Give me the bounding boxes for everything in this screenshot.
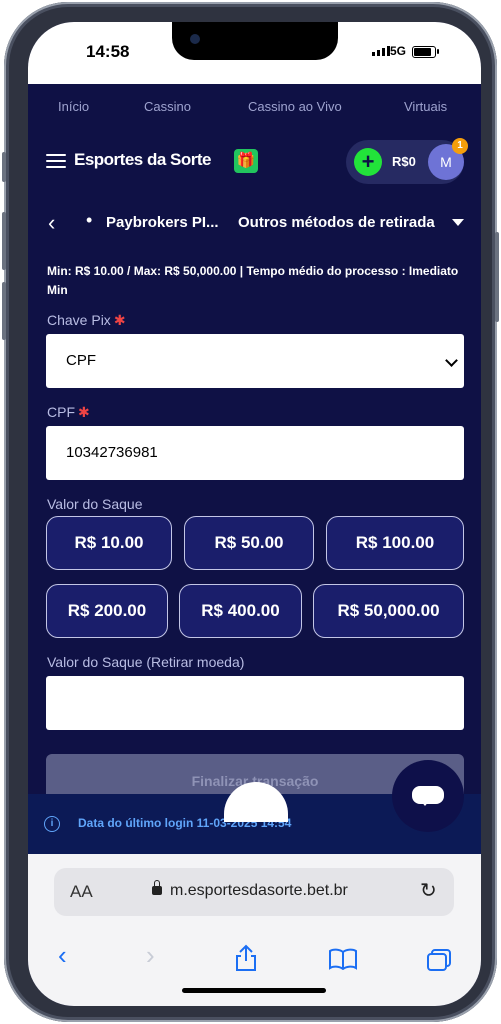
wallet-pill: + R$0 M — [346, 140, 464, 184]
caret-down-icon[interactable] — [452, 219, 464, 226]
menu-icon[interactable] — [46, 154, 66, 168]
status-time: 14:58 — [86, 42, 130, 61]
url-text[interactable]: m.esportesdasorte.bet.br — [170, 882, 348, 900]
notification-badge: 1 — [452, 138, 468, 154]
lock-icon — [152, 880, 162, 895]
site-header: Esportes da Sorte 🎁 + R$0 M 1 — [28, 130, 481, 192]
breadcrumb: ‹ • Paybrokers PI... Outros métodos de r… — [28, 192, 481, 252]
mute-switch — [2, 152, 6, 182]
withdraw-amount-input[interactable] — [46, 676, 464, 730]
info-icon: i — [44, 816, 60, 832]
pix-key-label: Chave Pix ✱ — [47, 312, 126, 328]
reload-icon[interactable]: ↻ — [420, 878, 437, 903]
battery-icon — [412, 46, 436, 58]
deposit-plus-button[interactable]: + — [354, 148, 382, 176]
share-icon[interactable] — [234, 944, 258, 972]
volume-up-button — [2, 212, 6, 270]
other-methods-dropdown[interactable]: Outros métodos de retirada — [238, 214, 435, 231]
forward-icon[interactable]: › — [146, 940, 155, 971]
tabs-icon[interactable] — [426, 948, 452, 972]
amount-button[interactable]: R$ 200.00 — [46, 584, 168, 638]
gift-icon[interactable]: 🎁 — [234, 149, 258, 173]
logo[interactable]: Esportes da Sorte — [74, 150, 212, 170]
amount-button[interactable]: R$ 400.00 — [179, 584, 302, 638]
provider-label[interactable]: Paybrokers PI... — [106, 214, 219, 231]
back-arrow-icon[interactable]: ‹ — [48, 210, 55, 236]
amount-label: Valor do Saque — [47, 496, 143, 512]
nav-inicio[interactable]: Início — [58, 99, 89, 114]
signal-icon — [372, 46, 390, 56]
amount-button[interactable]: R$ 50,000.00 — [313, 584, 464, 638]
withdraw-amount-label: Valor do Saque (Retirar moeda) — [47, 654, 245, 670]
chevron-down-icon — [445, 354, 458, 367]
limits-text: Min: R$ 10.00 / Max: R$ 50,000.00 | Temp… — [47, 264, 459, 297]
nav-virtuais[interactable]: Virtuais — [404, 99, 447, 114]
amount-button[interactable]: R$ 100.00 — [326, 516, 464, 570]
top-nav: Início Cassino Cassino ao Vivo Virtuais — [28, 84, 481, 131]
phone-frame: 14:58 5G Início Cassino Cassino ao Vivo … — [2, 2, 499, 1022]
cpf-label: CPF ✱ — [47, 404, 90, 420]
network-label: 5G — [390, 44, 407, 58]
notch — [172, 22, 338, 60]
home-indicator — [182, 988, 326, 993]
nav-cassino-ao-vivo[interactable]: Cassino ao Vivo — [248, 99, 342, 114]
bookmarks-icon[interactable] — [328, 948, 358, 970]
address-bar[interactable]: AA m.esportesdasorte.bet.br ↻ — [54, 868, 454, 916]
phone-screen: 14:58 5G Início Cassino Cassino ao Vivo … — [28, 22, 481, 1006]
amount-button[interactable]: R$ 50.00 — [184, 516, 314, 570]
browser-toolbar: AA m.esportesdasorte.bet.br ↻ ‹ › — [28, 854, 481, 1006]
power-button — [495, 232, 499, 322]
cpf-input[interactable]: 10342736981 — [46, 426, 464, 480]
balance: R$0 — [392, 154, 416, 169]
pix-key-select[interactable]: CPF — [46, 334, 464, 388]
nav-cassino[interactable]: Cassino — [144, 99, 191, 114]
chat-button[interactable] — [392, 760, 464, 832]
bullet-icon: • — [86, 210, 93, 230]
text-size-button[interactable]: AA — [70, 882, 93, 902]
back-icon[interactable]: ‹ — [58, 940, 67, 971]
volume-down-button — [2, 282, 6, 340]
camera-icon — [190, 34, 200, 44]
amount-button[interactable]: R$ 10.00 — [46, 516, 172, 570]
